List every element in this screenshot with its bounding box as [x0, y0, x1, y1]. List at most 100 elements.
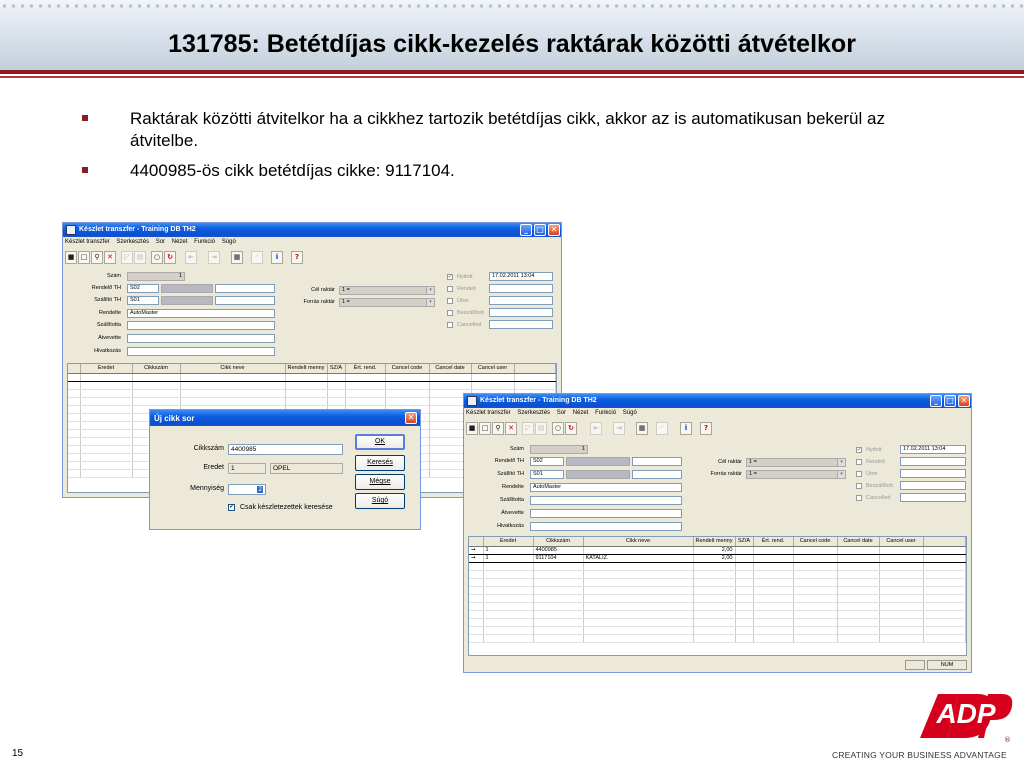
close-icon[interactable]: ✕ — [958, 395, 970, 407]
first-icon[interactable]: ⇤ — [185, 251, 197, 264]
cikkszam-input[interactable]: 4400985 — [228, 444, 343, 455]
table-row[interactable]: ➞ 1 4400985 2,00 — [469, 546, 966, 555]
column-header[interactable]: Cancel date — [429, 364, 472, 374]
save-icon[interactable]: ■ — [65, 251, 77, 264]
table-row[interactable] — [469, 562, 966, 571]
column-header[interactable]: Rendelt menny — [693, 537, 736, 547]
save-icon[interactable]: ■ — [466, 422, 478, 435]
help-icon[interactable]: ? — [700, 422, 712, 435]
megse-button[interactable]: Mégse — [355, 474, 405, 490]
back-icon[interactable]: ◜ — [656, 422, 668, 435]
cell-cikkszam[interactable]: 9117104 — [533, 554, 584, 563]
rendelo-th-field[interactable]: S02 — [127, 284, 159, 293]
column-header[interactable]: Cancel user — [471, 364, 515, 374]
table-row[interactable] — [68, 381, 556, 390]
chevron-down-icon[interactable]: ▾ — [837, 471, 845, 478]
nyitott-checkbox[interactable]: ✔ — [447, 274, 453, 280]
nyitott-date-field[interactable]: 17.02.2011 13:04 — [900, 445, 966, 454]
table-row[interactable] — [469, 570, 966, 579]
menu-nezet[interactable]: Nézet — [172, 239, 188, 245]
sugo-button[interactable]: Súgó — [355, 493, 405, 509]
minimize-icon[interactable]: _ — [930, 395, 942, 407]
help-icon[interactable]: ? — [291, 251, 303, 264]
table-row[interactable] — [469, 594, 966, 603]
column-header[interactable]: SZ/A — [735, 537, 754, 547]
table-row[interactable] — [68, 373, 556, 382]
mennyiseg-input[interactable]: 2 — [228, 484, 266, 495]
menu-keszlet-transzfer[interactable]: Készlet transzfer — [466, 410, 511, 416]
ok-button[interactable]: OK — [355, 434, 405, 450]
next-icon[interactable]: ▤ — [535, 422, 547, 435]
table-row[interactable] — [469, 578, 966, 587]
ok-icon[interactable]: ○ — [151, 251, 163, 264]
menu-szerkesztes[interactable]: Szerkesztés — [517, 410, 550, 416]
column-header[interactable]: Cikk neve — [583, 537, 694, 547]
uton-date-field[interactable] — [900, 469, 966, 478]
back-icon[interactable]: ◜ — [251, 251, 263, 264]
column-header[interactable]: Cancel code — [385, 364, 430, 374]
column-header[interactable]: SZ/A — [327, 364, 346, 374]
last-icon[interactable]: ⇥ — [613, 422, 625, 435]
uton-checkbox[interactable] — [856, 471, 862, 477]
table-row[interactable]: ➞ 1 9117104 KATALIZ. 2,00 — [469, 554, 966, 563]
close-icon[interactable]: ✕ — [548, 224, 560, 236]
column-header[interactable]: Ért. rend. — [753, 537, 794, 547]
new-icon[interactable]: □ — [78, 251, 90, 264]
new-icon[interactable]: □ — [479, 422, 491, 435]
hivatkozas-field[interactable] — [530, 522, 682, 531]
menu-szerkesztes[interactable]: Szerkesztés — [116, 239, 149, 245]
menu-sor[interactable]: Sor — [156, 239, 165, 245]
column-header[interactable]: Rendelt menny — [285, 364, 328, 374]
column-header[interactable]: Ért. rend. — [345, 364, 386, 374]
beszallitott-checkbox[interactable] — [856, 483, 862, 489]
cell-eredet[interactable]: 1 — [483, 554, 534, 563]
maximize-icon[interactable]: □ — [534, 224, 546, 236]
uton-checkbox[interactable] — [447, 298, 453, 304]
rendelte-field[interactable]: AutoMaster — [530, 483, 682, 492]
table-row[interactable] — [469, 634, 966, 643]
rendelt-date-field[interactable] — [900, 457, 966, 466]
title-bar[interactable]: Készlet transzfer - Training DB TH2 _ □ … — [63, 223, 561, 237]
cel-raktar-select[interactable]: 1 = ▾ — [339, 286, 435, 295]
info-icon[interactable]: i — [271, 251, 283, 264]
search-icon[interactable]: ⚲ — [91, 251, 103, 264]
table-row[interactable] — [469, 586, 966, 595]
prev-icon[interactable]: ◸ — [522, 422, 534, 435]
nyitott-date-field[interactable]: 17.02.2011 13:04 — [489, 272, 553, 281]
table-row[interactable] — [469, 618, 966, 627]
szallito-th-field[interactable]: S01 — [127, 296, 159, 305]
first-icon[interactable]: ⇤ — [590, 422, 602, 435]
calculator-icon[interactable]: ▦ — [231, 251, 243, 264]
cell-cikkszam[interactable]: 4400985 — [533, 546, 584, 555]
rendelte-field[interactable]: AutoMaster — [127, 309, 275, 318]
forras-raktar-select[interactable]: 1 = ▾ — [339, 298, 435, 307]
calculator-icon[interactable]: ▦ — [636, 422, 648, 435]
prev-icon[interactable]: ◸ — [121, 251, 133, 264]
beszallitott-checkbox[interactable] — [447, 310, 453, 316]
rendelt-date-field[interactable] — [489, 284, 553, 293]
dialog-title-bar[interactable]: Új cikk sor ✕ — [150, 410, 420, 426]
cell-cikk-neve[interactable] — [583, 546, 694, 555]
nyitott-checkbox[interactable]: ✔ — [856, 447, 862, 453]
column-header[interactable]: Eredet — [80, 364, 133, 374]
beszallitott-date-field[interactable] — [900, 481, 966, 490]
title-bar[interactable]: Készlet transzfer - Training DB TH2 _ □ … — [464, 394, 971, 408]
cell-rendelt-menny[interactable]: 2,00 — [693, 546, 736, 555]
column-header[interactable]: Cancel code — [793, 537, 838, 547]
menu-sugo[interactable]: Súgó — [623, 410, 637, 416]
menu-nezet[interactable]: Nézet — [573, 410, 589, 416]
column-header[interactable]: Cancel user — [879, 537, 924, 547]
refresh-icon[interactable]: ↻ — [565, 422, 577, 435]
kereses-button[interactable]: Keresés — [355, 455, 405, 471]
next-icon[interactable]: ▤ — [134, 251, 146, 264]
minimize-icon[interactable]: _ — [520, 224, 532, 236]
cel-raktar-select[interactable]: 1 = ▾ — [746, 458, 846, 467]
chevron-down-icon[interactable]: ▾ — [837, 459, 845, 466]
rendelo-th-extra-field[interactable] — [632, 457, 682, 466]
forras-raktar-select[interactable]: 1 = ▾ — [746, 470, 846, 479]
chevron-down-icon[interactable]: ▾ — [426, 287, 434, 294]
items-grid[interactable]: Eredet Cikkszám Cikk neve Rendelt menny … — [468, 536, 967, 656]
cancelled-date-field[interactable] — [900, 493, 966, 502]
rendelo-th-extra-field[interactable] — [215, 284, 275, 293]
table-row[interactable] — [469, 626, 966, 635]
